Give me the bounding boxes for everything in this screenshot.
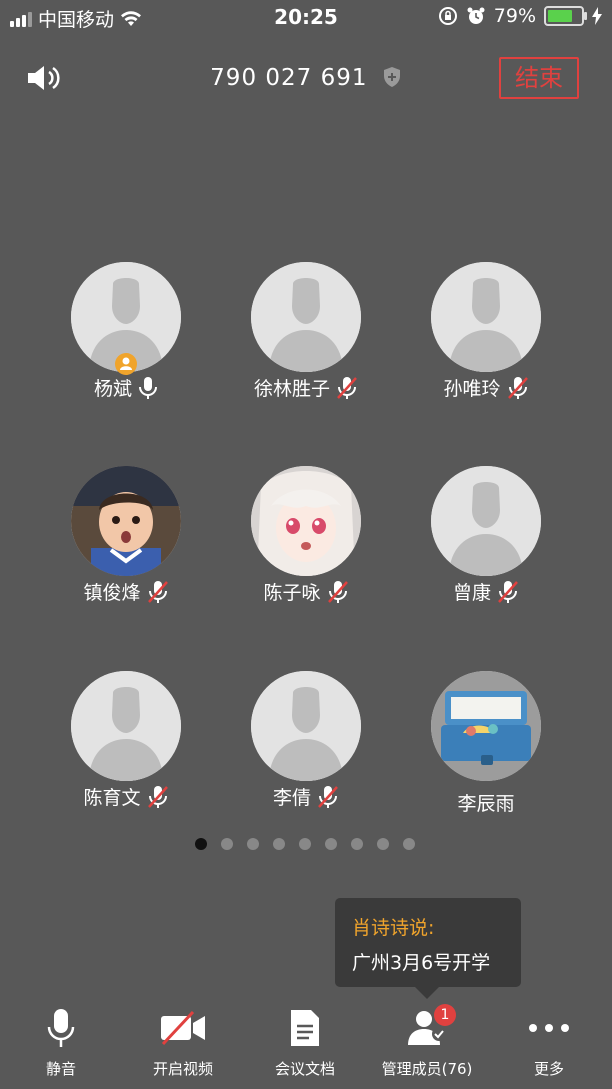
default-avatar-icon [431, 262, 541, 372]
charging-icon [592, 7, 602, 25]
host-badge-icon [115, 353, 137, 375]
participant-name: 镇俊烽 [83, 582, 141, 604]
participant-name-row: 陈子咏 [216, 578, 396, 605]
participant-name: 曾康 [452, 582, 491, 604]
page-dot[interactable] [377, 838, 389, 850]
participant-mic-status [507, 376, 529, 400]
participant-name: 孙唯玲 [443, 378, 501, 400]
page-dot[interactable] [325, 838, 337, 850]
status-bar: 中国移动 20:25 79% [0, 0, 612, 34]
page-dot[interactable] [247, 838, 259, 850]
participant-mic-status [336, 376, 358, 400]
microphone-muted-icon [337, 376, 357, 399]
default-avatar-icon [251, 671, 361, 781]
participant-mic-status [497, 580, 519, 604]
more-icon [529, 1024, 569, 1032]
battery-percent: 79% [493, 5, 536, 27]
page-dot[interactable] [403, 838, 415, 850]
default-avatar-icon [431, 466, 541, 576]
participant-mic-status [138, 376, 158, 400]
page-dot[interactable] [195, 838, 207, 850]
child-photo-avatar [71, 466, 181, 576]
microphone-icon [47, 1009, 75, 1047]
battery-icon [544, 6, 587, 26]
participant-avatar[interactable] [251, 466, 361, 576]
participant-name-row: 徐林胜子 [216, 374, 396, 401]
shield-icon [383, 67, 400, 87]
suitcase-photo-avatar [431, 671, 541, 781]
participant-name: 杨斌 [93, 378, 132, 400]
participant-name-row: 杨斌 [36, 374, 216, 401]
meeting-header: 790 027 691 结束 [0, 56, 612, 102]
participant-name-row: 陈育文 [36, 783, 216, 810]
participant-mic-status [327, 580, 349, 604]
participant-name-row: 曾康 [396, 578, 576, 605]
start-video-button[interactable]: 开启视频 [122, 1000, 244, 1079]
end-meeting-button[interactable]: 结束 [499, 57, 579, 99]
rotation-lock-icon [438, 7, 457, 25]
mute-button[interactable]: 静音 [0, 1000, 122, 1079]
participant-name-row: 李辰雨 [396, 789, 576, 816]
page-dot[interactable] [273, 838, 285, 850]
participant-mic-status [317, 785, 339, 809]
microphone-muted-icon [498, 580, 518, 603]
participant-name: 陈子咏 [263, 582, 321, 604]
participant-avatar[interactable] [431, 671, 541, 781]
microphone-muted-icon [147, 785, 168, 808]
more-label: 更多 [533, 1060, 564, 1078]
participant-avatar[interactable] [431, 466, 541, 576]
manage-members-button[interactable]: 管理成员(76) [366, 1000, 488, 1079]
participant-name: 徐林胜子 [253, 378, 330, 400]
manage-members-label: 管理成员(76) [381, 1060, 473, 1078]
microphone-muted-icon [147, 580, 168, 603]
chat-notification[interactable]: 肖诗诗说: 广州3月6号开学 [335, 898, 521, 999]
video-off-icon [161, 1011, 205, 1045]
participant-avatar[interactable] [251, 671, 361, 781]
page-dot[interactable] [221, 838, 233, 850]
meeting-docs-button[interactable]: 会议文档 [244, 1000, 366, 1079]
default-avatar-icon [71, 671, 181, 781]
microphone-muted-icon [318, 785, 338, 808]
participant-avatar[interactable] [431, 262, 541, 372]
anime-photo-avatar [251, 466, 361, 576]
participant-avatar[interactable] [71, 671, 181, 781]
more-button[interactable]: 更多 [488, 1000, 610, 1079]
page-dot[interactable] [299, 838, 311, 850]
participant-name: 陈育文 [83, 787, 141, 809]
participant-name: 李辰雨 [457, 793, 515, 815]
status-right: 79% [438, 5, 602, 27]
page-indicator[interactable] [195, 838, 415, 850]
participant-mic-status [147, 580, 169, 604]
chat-sender: 肖诗诗说: [352, 917, 435, 939]
microphone-muted-icon [507, 376, 528, 399]
microphone-muted-icon [327, 580, 348, 603]
mute-label: 静音 [45, 1060, 76, 1078]
bottom-toolbar: 静音 开启视频 会议文档 管理成员(76) 更多 [0, 1000, 612, 1089]
participant-avatar[interactable] [71, 466, 181, 576]
members-badge: 1 [434, 1004, 456, 1026]
participant-mic-status [147, 785, 169, 809]
default-avatar-icon [251, 262, 361, 372]
participant-name-row: 李倩 [216, 783, 396, 810]
microphone-on-icon [139, 376, 157, 399]
page-dot[interactable] [351, 838, 363, 850]
participant-avatar[interactable] [251, 262, 361, 372]
start-video-label: 开启视频 [152, 1060, 213, 1078]
alarm-icon [467, 7, 485, 24]
chat-message: 广州3月6号开学 [352, 952, 491, 974]
participant-name-row: 孙唯玲 [396, 374, 576, 401]
participant-name-row: 镇俊烽 [36, 578, 216, 605]
meeting-docs-label: 会议文档 [274, 1060, 335, 1078]
meeting-id-text: 790 027 691 [210, 65, 368, 91]
document-icon [291, 1010, 319, 1046]
participant-name: 李倩 [272, 787, 311, 809]
